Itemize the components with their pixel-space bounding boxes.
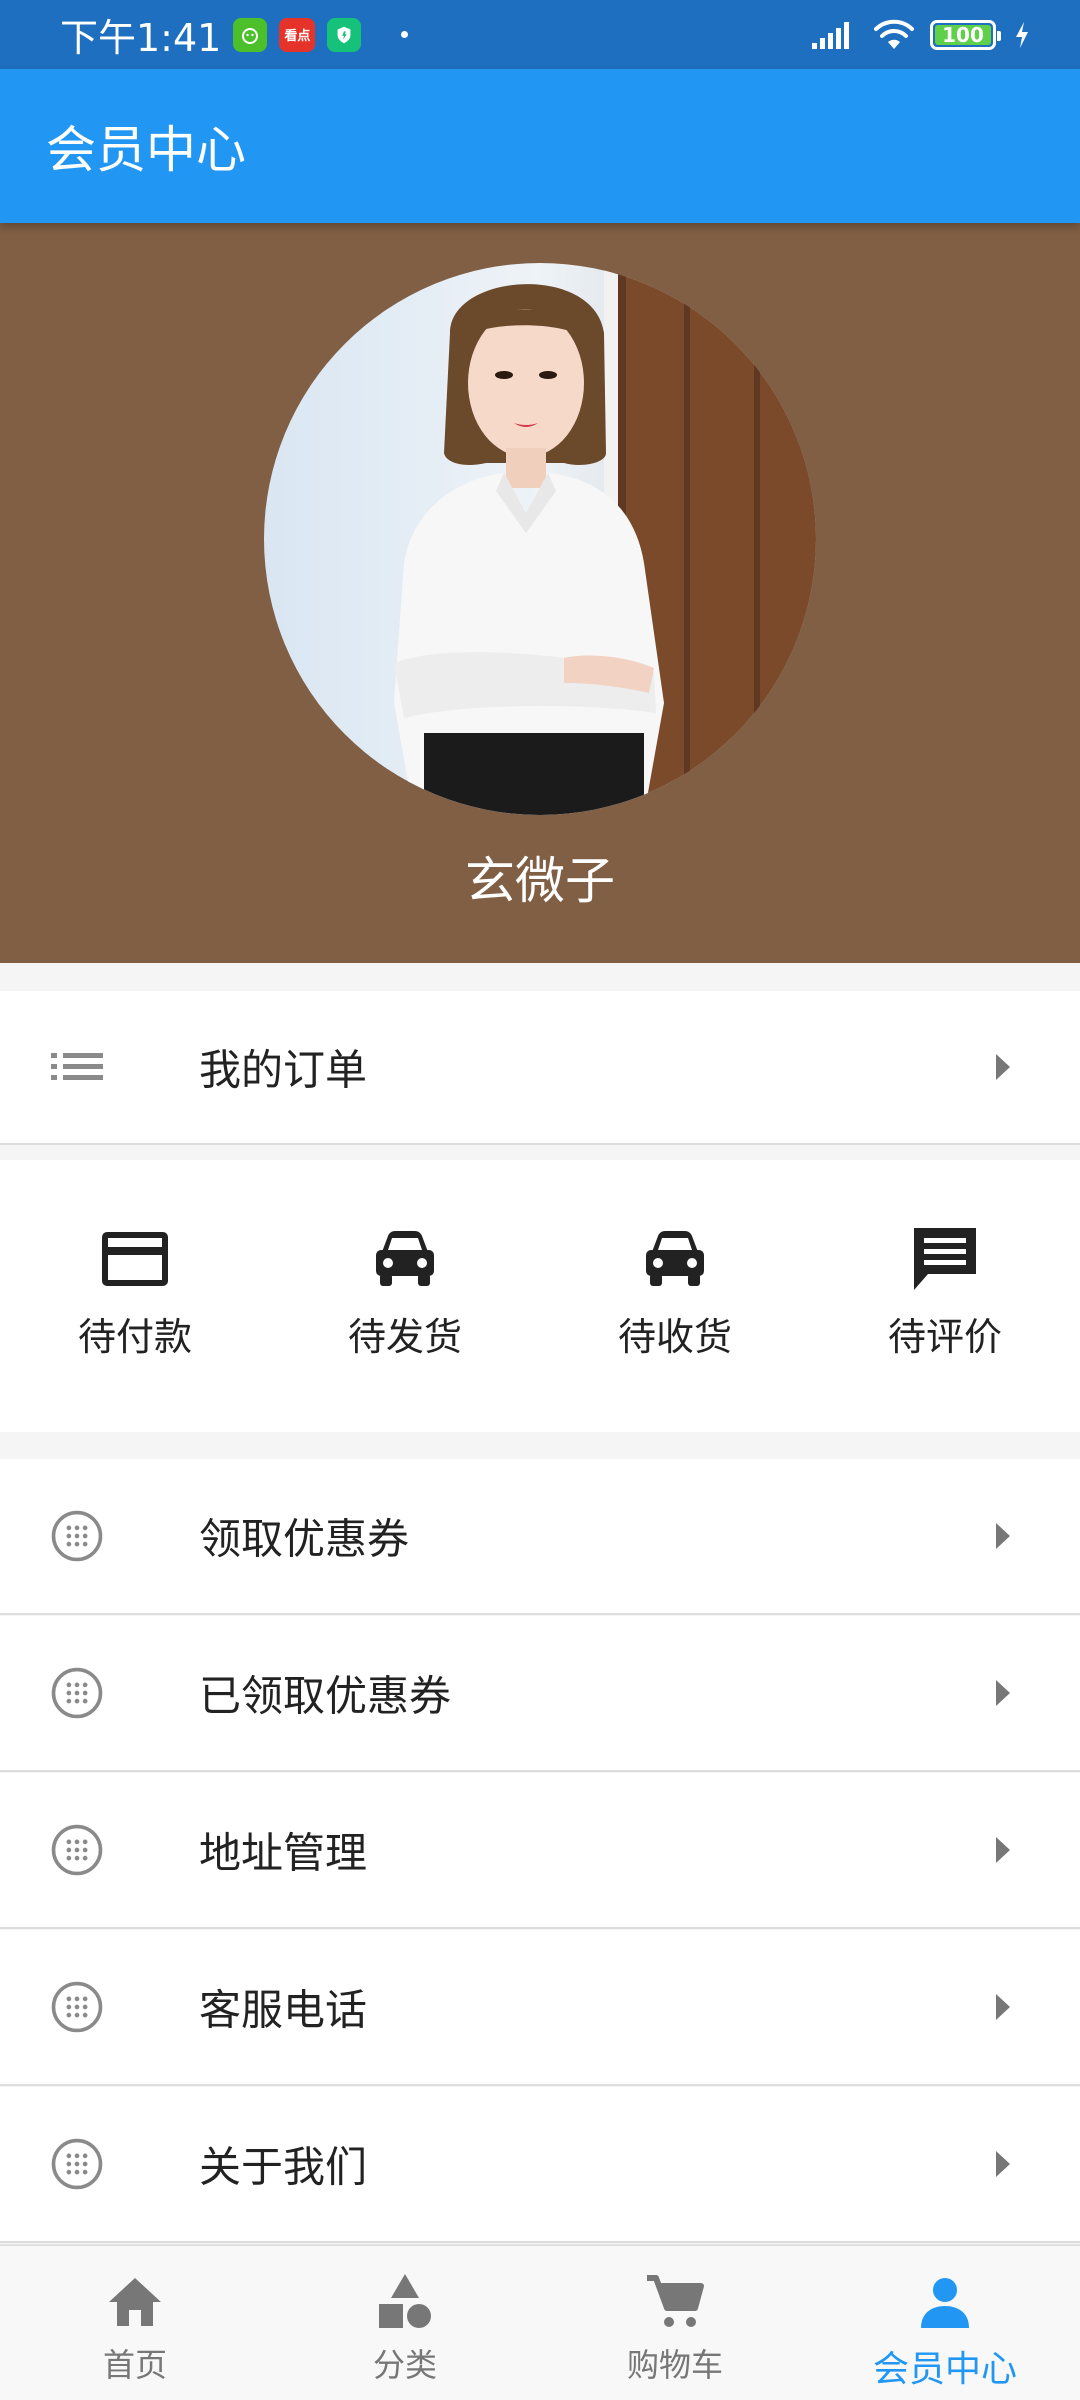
chevron-right-icon [996,1994,1010,2020]
status-pending-review[interactable]: 待评价 [810,1160,1080,1432]
profile-header: 玄微子 [0,223,1080,963]
app-notification-icon [233,17,268,52]
home-icon [109,2278,161,2326]
category-icon [379,2274,431,2328]
my-orders-row[interactable]: 我的订单 [0,991,1080,1145]
status-label: 待发货 [347,1315,462,1359]
nav-label: 首页 [102,2346,167,2384]
person-icon [921,2278,969,2328]
menu-item-label: 地址管理 [199,1828,368,1878]
status-label: 待评价 [887,1315,1002,1359]
chevron-right-icon [996,1680,1010,1706]
menu-item-claimed-coupons[interactable]: 已领取优惠券 [0,1616,1080,1772]
username: 玄微子 [465,852,615,910]
dots-circle-icon [46,1976,108,2038]
battery-icon: 100 [930,19,1001,50]
dots-circle-icon [46,1662,108,1724]
status-pending-payment[interactable]: 待付款 [0,1160,270,1432]
car-icon [376,1231,434,1286]
menu-item-about-us[interactable]: 关于我们 [0,2087,1080,2243]
car-icon [646,1231,704,1286]
status-label: 待付款 [77,1315,192,1359]
nav-cart[interactable]: 购物车 [540,2246,810,2400]
menu-item-label: 客服电话 [199,1985,368,2035]
avatar[interactable] [264,263,816,815]
chevron-right-icon [996,1523,1010,1549]
cart-icon [647,2275,704,2327]
nav-label: 购物车 [626,2346,723,2384]
my-orders-label: 我的订单 [199,1045,368,1095]
status-bar: 下午1:41 看点 100 [0,0,1080,69]
bottom-nav: 首页 分类 购物车 会员中心 [0,2244,1080,2400]
notification-dot-icon [401,31,409,38]
menu-item-label: 已领取优惠券 [199,1671,452,1721]
signal-icon [812,21,849,49]
status-label: 待收货 [617,1315,732,1359]
nav-category[interactable]: 分类 [270,2246,540,2400]
shield-app-icon [327,17,362,52]
menu-item-claim-coupon[interactable]: 领取优惠券 [0,1459,1080,1615]
status-pending-shipment[interactable]: 待发货 [270,1160,540,1432]
order-status-grid: 待付款 待发货 待收货 待评价 [0,1160,1080,1432]
menu-item-label: 关于我们 [199,2142,368,2192]
chevron-right-icon [996,1837,1010,1863]
wifi-icon [874,19,914,49]
chevron-right-icon [996,2151,1010,2177]
status-time: 下午1:41 [60,16,222,60]
comment-icon [914,1228,976,1290]
app-bar: 会员中心 [0,69,1080,223]
dots-circle-icon [46,1505,108,1567]
list-icon [46,1036,108,1098]
menu-item-customer-service[interactable]: 客服电话 [0,1930,1080,2086]
nav-member-center[interactable]: 会员中心 [810,2246,1080,2400]
menu-item-address[interactable]: 地址管理 [0,1773,1080,1929]
news-app-icon: 看点 [279,17,316,52]
charging-icon [1016,21,1028,48]
nav-home[interactable]: 首页 [0,2246,270,2400]
nav-label: 会员中心 [872,2349,1017,2390]
menu-item-label: 领取优惠券 [199,1514,410,1564]
nav-label: 分类 [372,2346,437,2384]
dots-circle-icon [46,1819,108,1881]
credit-card-icon [102,1232,168,1286]
status-pending-receipt[interactable]: 待收货 [540,1160,810,1432]
chevron-right-icon [996,1054,1010,1080]
battery-level: 100 [942,22,984,47]
dots-circle-icon [46,2133,108,2195]
page-title: 会员中心 [46,121,246,179]
